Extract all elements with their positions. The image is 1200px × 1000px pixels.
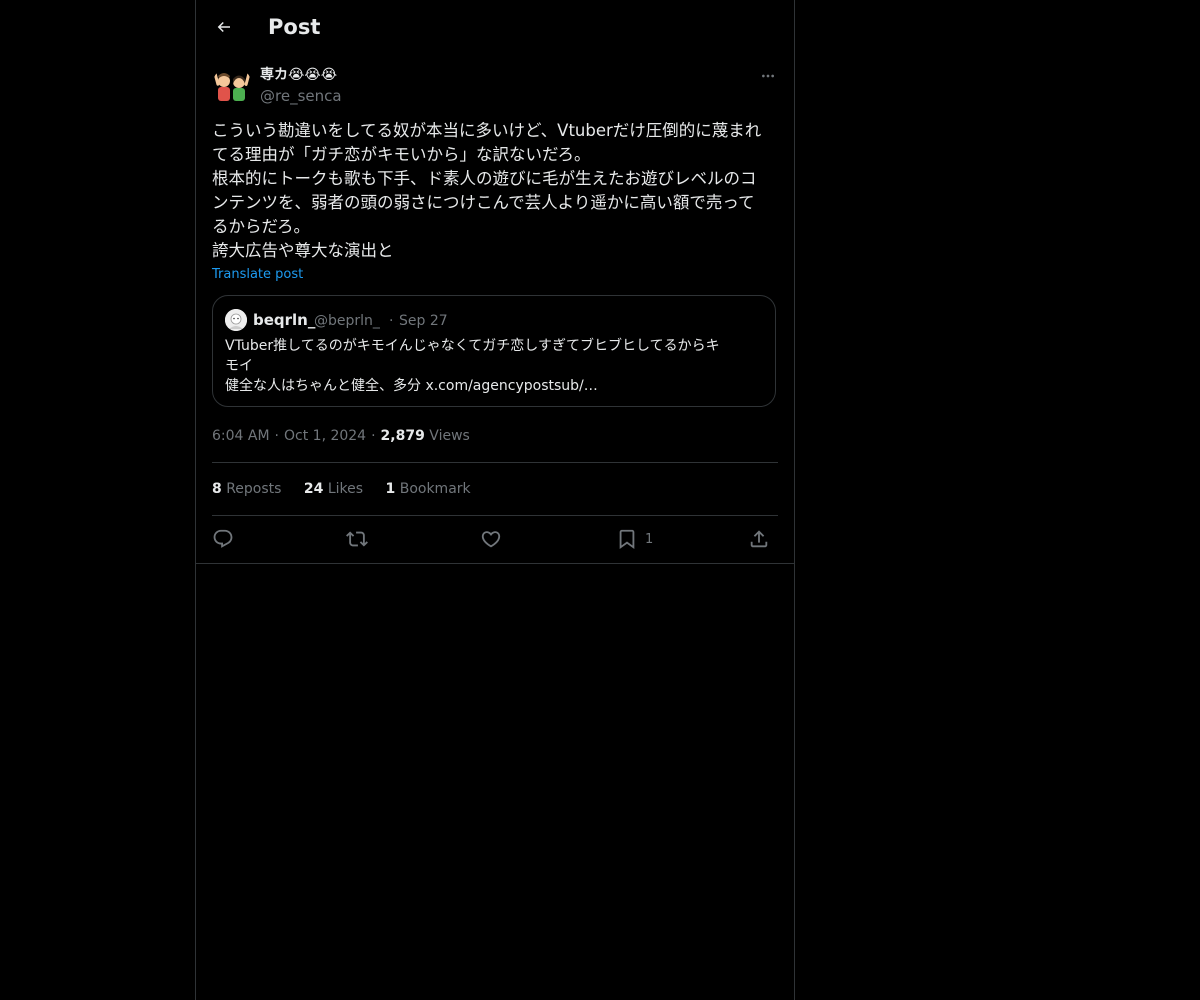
quoted-author-avatar[interactable] [225,309,247,331]
bookmarks-count: 1 [385,481,396,497]
post-text-line: 誇大広告や尊大な演出と [212,241,394,260]
heart-icon [481,531,501,548]
reposts-stat[interactable]: 8 Reposts [212,481,281,497]
quoted-author-name[interactable]: beqrln_ [253,309,315,331]
quoted-text-line: 健全な人はちゃんと健全、多分 x.com/agencypostsub/… [225,378,598,394]
reposts-label: Reposts [226,481,282,497]
reply-icon [213,529,233,548]
back-button[interactable] [210,13,238,41]
bookmark-count: 1 [645,531,654,547]
quoted-date[interactable]: Sep 27 [399,310,448,332]
action-bar: 1 [212,526,778,552]
quoted-text-line: モイ [225,358,253,374]
quoted-post[interactable]: beqrln_ @beprln_ · Sep 27 VTuber推してるのがキモ… [212,295,776,407]
views-label: Views [429,428,470,444]
share-icon [750,530,768,548]
post-detail-column: Post 専カ😭😭😭 @re_senca こういう勘違いをしてる奴が本当に多いけ… [195,0,795,1000]
divider [212,462,778,463]
views-count: 2,879 [380,428,425,444]
quoted-avatar-image [225,309,247,331]
post-text-line: こういう勘違いをしてる奴が本当に多いけど、Vtuberだけ圧倒的に蔑まれ [212,121,762,140]
header: Post [196,0,794,54]
likes-count: 24 [303,481,324,497]
quoted-text: VTuber推してるのがキモイんじゃなくてガチ恋しすぎてブヒブヒしてるからキ モ… [225,336,765,396]
bookmark-icon [619,529,635,550]
reply-button[interactable] [212,526,234,552]
like-button[interactable] [480,526,502,552]
likes-stat[interactable]: 24 Likes [304,481,363,497]
post-time[interactable]: 6:04 AM [212,428,270,444]
avatar-image [212,66,252,106]
post-date[interactable]: Oct 1, 2024 [284,428,366,444]
post-text-line: てる理由が「ガチ恋がキモいから」な訳ないだろ。 [212,145,591,164]
more-dots-icon [762,74,774,78]
post-text-line: るからだろ。 [212,217,311,236]
post-metadata: 6:04 AM · Oct 1, 2024 · 2,879 Views [212,428,470,444]
quoted-separator: · [389,313,394,329]
author-avatar[interactable] [212,66,252,106]
page-title: Post [268,15,321,39]
post-text: こういう勘違いをしてる奴が本当に多いけど、Vtuberだけ圧倒的に蔑まれ てる理… [212,119,778,263]
engagement-stats: 8 Reposts 24 Likes 1 Bookmark [212,479,489,499]
quoted-author-handle: @beprln_ [314,313,380,329]
quoted-text-line: VTuber推してるのがキモイんじゃなくてガチ恋しすぎてブヒブヒしてるからキ [225,338,720,354]
repost-button[interactable] [346,526,368,552]
likes-label: Likes [327,481,364,497]
divider [212,515,778,516]
share-button[interactable] [748,526,770,552]
bookmark-button[interactable]: 1 [616,526,653,552]
repost-icon [346,531,368,547]
post-bottom-border [196,563,794,564]
reposts-count: 8 [212,481,222,497]
translate-post-link[interactable]: Translate post [212,266,303,284]
bookmarks-label: Bookmark [399,481,471,497]
author-handle[interactable]: @re_senca [260,86,342,106]
back-arrow-icon [217,21,230,33]
bookmarks-stat[interactable]: 1 Bookmark [386,481,471,497]
post-text-line: 根本的にトークも歌も下手、ド素人の遊びに毛が生えたお遊びレベルのコ [212,169,757,188]
more-options-button[interactable] [756,64,780,88]
post-text-line: ンテンツを、弱者の頭の弱さにつけこんで芸人より遥かに高い額で売って [212,193,755,212]
author-display-name[interactable]: 専カ😭😭😭 [260,65,337,85]
